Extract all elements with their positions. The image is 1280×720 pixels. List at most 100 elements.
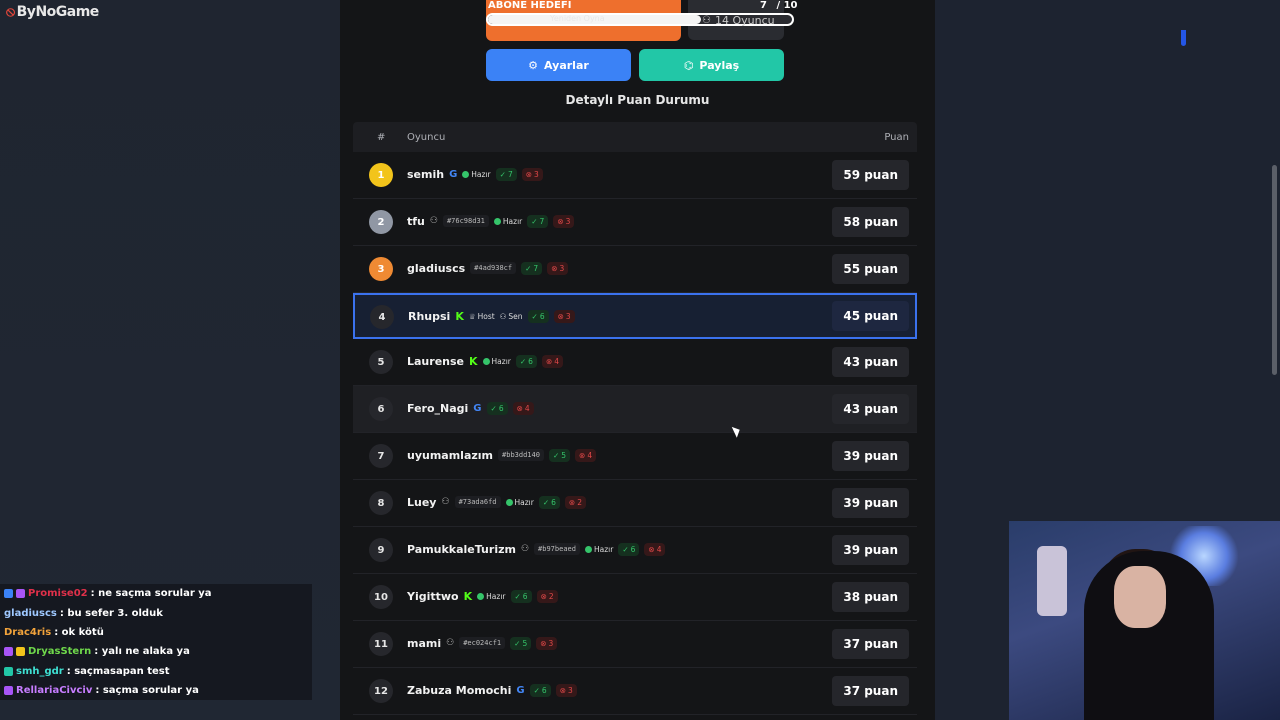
chat-text: : saçmasapan test xyxy=(66,665,170,677)
losses-count: 4 xyxy=(656,544,662,554)
chat-username[interactable]: gladiuscs xyxy=(4,608,57,619)
kick-icon: K xyxy=(463,589,473,603)
share-button-label: Paylaş xyxy=(699,58,740,72)
losses-badge: ⊗ 4 xyxy=(575,448,597,462)
wins-badge: ✓ 6 xyxy=(486,401,508,415)
score-pill: 39 puan xyxy=(832,441,909,471)
table-row[interactable]: 4 Rhupsi K ♕ Host ⚇ Sen ✓ 6 ⊗ 3 45 puan xyxy=(353,293,917,339)
table-row[interactable]: 9 PamukkaleTurizm ⚇ #b97beaed Hazır ✓ 6 ⊗ 4 39 pu… xyxy=(353,527,917,574)
player-cell: semih G Hazır ✓ 7 ⊗ 3 xyxy=(407,152,543,196)
goal-target: / 10 xyxy=(776,0,798,11)
check-circle-icon: ✓ xyxy=(531,216,538,226)
chat-username[interactable]: smh_gdr xyxy=(16,666,64,677)
check-circle-icon: ✓ xyxy=(622,544,629,554)
table-row[interactable]: 10 Yigittwo K Hazır ✓ 6 ⊗ 2 38 puan xyxy=(353,574,917,621)
share-button[interactable]: ⌬ Paylaş xyxy=(639,49,784,81)
chat-badge-icon xyxy=(4,686,13,696)
losses-badge: ⊗ 4 xyxy=(512,401,534,415)
ready-label: Hazır xyxy=(502,216,523,226)
chat-username[interactable]: Promise02 xyxy=(28,588,88,599)
player-name: gladiuscs xyxy=(407,261,466,275)
player-cell: tfu ⚇ #76c98d31 Hazır ✓ 7 ⊗ 3 xyxy=(407,199,575,243)
ready-label: Hazır xyxy=(486,591,506,601)
x-circle-icon: ⊗ xyxy=(516,403,523,413)
player-cell: Laurense K Hazır ✓ 6 ⊗ 4 xyxy=(407,339,564,383)
kick-icon: K xyxy=(469,354,478,368)
wins-count: 6 xyxy=(528,356,533,366)
table-row[interactable]: 6 Fero_Nagi G ✓ 6 ⊗ 4 43 puan xyxy=(353,386,917,433)
wins-badge: ✓ 6 xyxy=(527,309,549,323)
rank-badge: 2 xyxy=(369,210,393,234)
table-row[interactable]: 8 Luey ⚇ #73ada6fd Hazır ✓ 6 ⊗ 2 39 puan xyxy=(353,480,917,527)
user-icon: ⚇ xyxy=(499,311,507,321)
player-cell: mami ⚇ #ec024cf1 ✓ 5 ⊗ 3 xyxy=(407,621,558,665)
losses-badge: ⊗ 2 xyxy=(536,589,558,603)
player-name: semih xyxy=(407,167,445,181)
x-circle-icon: ⊗ xyxy=(545,356,553,366)
chat-username[interactable]: Drac4ris xyxy=(4,627,51,638)
settings-button[interactable]: ⚙ Ayarlar xyxy=(486,49,631,81)
losses-count: 3 xyxy=(568,685,573,695)
table-row[interactable]: 5 Laurense K Hazır ✓ 6 ⊗ 4 43 puan xyxy=(353,339,917,386)
players-count-label: 14 Oyuncu xyxy=(714,14,775,27)
guest-user-icon: ⚇ xyxy=(446,638,455,648)
losses-badge: ⊗ 3 xyxy=(553,309,575,323)
wins-count: 6 xyxy=(539,311,545,321)
x-circle-icon: ⊗ xyxy=(557,216,564,226)
chat-username[interactable]: DryasStern xyxy=(28,646,91,657)
rank-badge: 12 xyxy=(369,679,393,703)
losses-count: 3 xyxy=(559,263,565,273)
guest-user-icon: ⚇ xyxy=(441,497,450,507)
score-pill: 39 puan xyxy=(832,535,909,565)
google-icon: G xyxy=(473,402,482,414)
wins-badge: ✓ 7 xyxy=(495,167,517,181)
ready-label: Hazır xyxy=(593,544,614,554)
check-circle-icon: ✓ xyxy=(533,685,540,695)
ready-badge: Hazır xyxy=(462,170,491,179)
ready-badge: Hazır xyxy=(477,591,506,601)
players-count: ⚇ 14 Oyuncu xyxy=(702,14,775,27)
table-row[interactable]: 11 mami ⚇ #ec024cf1 ✓ 5 ⊗ 3 37 puan xyxy=(353,621,917,668)
scoreboard-table: # Oyuncu Puan 1 semih G Hazır ✓ 7 ⊗ 3 59 puan 2 tf… xyxy=(353,122,917,715)
losses-badge: ⊗ 3 xyxy=(555,683,577,697)
chat-text: : saçma sorular ya xyxy=(95,685,199,697)
wins-count: 6 xyxy=(551,497,556,507)
table-row[interactable]: 12 Zabuza Momochi G ✓ 6 ⊗ 3 37 puan xyxy=(353,668,917,715)
losses-count: 3 xyxy=(565,216,571,226)
player-name: Rhupsi xyxy=(408,309,451,323)
chat-text: : ok kötü xyxy=(54,626,104,638)
losses-badge: ⊗ 3 xyxy=(547,261,569,275)
wins-badge: ✓ 6 xyxy=(618,542,640,556)
table-row[interactable]: 2 tfu ⚇ #76c98d31 Hazır ✓ 7 ⊗ 3 58 puan xyxy=(353,199,917,246)
rank-badge: 11 xyxy=(369,632,393,656)
goal-count: 7 / 10 xyxy=(760,0,798,11)
wins-badge: ✓ 6 xyxy=(515,354,537,368)
player-name: Yigittwo xyxy=(407,589,459,603)
player-cell: Fero_Nagi G ✓ 6 ⊗ 4 xyxy=(407,386,534,430)
ready-label: Hazır xyxy=(491,356,511,366)
check-circle-icon: ✓ xyxy=(531,311,538,321)
check-icon xyxy=(493,217,501,225)
user-icon: ⚇ xyxy=(702,15,711,26)
player-tag: #ec024cf1 xyxy=(459,637,506,649)
rank-badge: 10 xyxy=(369,585,393,609)
wins-count: 5 xyxy=(522,638,528,648)
chat-username[interactable]: RellariaCivciv xyxy=(16,685,92,696)
table-row[interactable]: 1 semih G Hazır ✓ 7 ⊗ 3 59 puan xyxy=(353,152,917,199)
ready-badge: Hazır xyxy=(505,498,534,507)
page-scrollbar[interactable] xyxy=(1272,165,1277,375)
x-circle-icon: ⊗ xyxy=(540,591,547,601)
score-pill: 59 puan xyxy=(832,160,909,190)
blue-marker xyxy=(1181,30,1186,46)
wins-badge: ✓ 5 xyxy=(510,636,532,650)
rank-badge: 9 xyxy=(369,538,393,562)
host-badge: ♕ Host xyxy=(469,312,495,321)
check-circle-icon: ✓ xyxy=(514,638,521,648)
table-row[interactable]: 3 gladiuscs #4ad938cf ✓ 7 ⊗ 3 55 puan xyxy=(353,246,917,293)
losses-count: 3 xyxy=(548,638,554,648)
score-pill: 43 puan xyxy=(832,394,909,424)
wins-badge: ✓ 6 xyxy=(538,495,560,509)
chat-badge-icon xyxy=(16,647,25,657)
table-row[interactable]: 7 uyumamlazım #bb3dd140 ✓ 5 ⊗ 4 39 puan xyxy=(353,433,917,480)
score-pill: 37 puan xyxy=(832,676,909,706)
